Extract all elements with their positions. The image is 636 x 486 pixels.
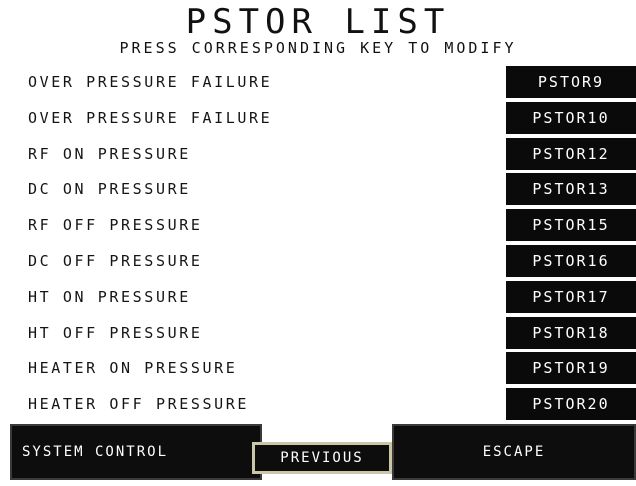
pstor-label: OVER PRESSURE FAILURE — [28, 73, 273, 91]
list-item: DC ON PRESSURE PSTOR13 — [0, 171, 636, 207]
pstor-label: OVER PRESSURE FAILURE — [28, 108, 273, 127]
pstor19-button[interactable]: PSTOR19 — [506, 352, 636, 385]
pstor-label: RF OFF PRESSURE — [28, 216, 203, 235]
list-item: HEATER OFF PRESSURE PSTOR20 — [0, 386, 636, 422]
list-item: RF OFF PRESSURE PSTOR15 — [0, 207, 636, 243]
list-item: OVER PRESSURE FAILURE PSTOR10 — [0, 100, 636, 136]
pstor-label: HEATER ON PRESSURE — [28, 359, 238, 378]
pstor20-button[interactable]: PSTOR20 — [506, 388, 636, 421]
list-item: HEATER ON PRESSURE PSTOR19 — [0, 350, 636, 386]
previous-button[interactable]: PREVIOUS — [252, 442, 392, 474]
list-item: HT ON PRESSURE PSTOR17 — [0, 279, 636, 315]
pstor13-button[interactable]: PSTOR13 — [506, 173, 636, 206]
page-subtitle: PRESS CORRESPONDING KEY TO MODIFY — [119, 39, 517, 57]
pstor-label: HT OFF PRESSURE — [28, 323, 203, 342]
pstor-label: HEATER OFF PRESSURE — [28, 395, 249, 414]
list-item: HT OFF PRESSURE PSTOR18 — [0, 315, 636, 351]
pstor12-button[interactable]: PSTOR12 — [506, 137, 636, 170]
pstor15-button[interactable]: PSTOR15 — [506, 209, 636, 242]
list-item: RF ON PRESSURE PSTOR12 — [0, 136, 636, 172]
pstor16-button[interactable]: PSTOR16 — [506, 244, 636, 277]
escape-button[interactable]: ESCAPE — [392, 424, 636, 480]
pstor-list: OVER PRESSURE FAILURE PSTOR9 OVER PRESSU… — [0, 64, 636, 422]
system-control-button[interactable]: SYSTEM CONTROL — [10, 424, 262, 480]
pstor10-button[interactable]: PSTOR10 — [506, 101, 636, 134]
pstor-label: RF ON PRESSURE — [28, 144, 191, 163]
pstor-label: DC OFF PRESSURE — [28, 251, 203, 270]
list-item: OVER PRESSURE FAILURE PSTOR9 — [0, 64, 636, 100]
pstor9-button[interactable]: PSTOR9 — [506, 66, 636, 98]
pstor-list-screen: PSTOR LIST PRESS CORRESPONDING KEY TO MO… — [0, 0, 636, 486]
footer-bar: SYSTEM CONTROL ESCAPE PREVIOUS — [0, 422, 636, 486]
pstor-label: DC ON PRESSURE — [28, 180, 191, 199]
pstor18-button[interactable]: PSTOR18 — [506, 316, 636, 349]
pstor17-button[interactable]: PSTOR17 — [506, 280, 636, 313]
list-item: DC OFF PRESSURE PSTOR16 — [0, 243, 636, 279]
pstor-label: HT ON PRESSURE — [28, 287, 191, 306]
page-title: PSTOR LIST — [185, 2, 451, 42]
